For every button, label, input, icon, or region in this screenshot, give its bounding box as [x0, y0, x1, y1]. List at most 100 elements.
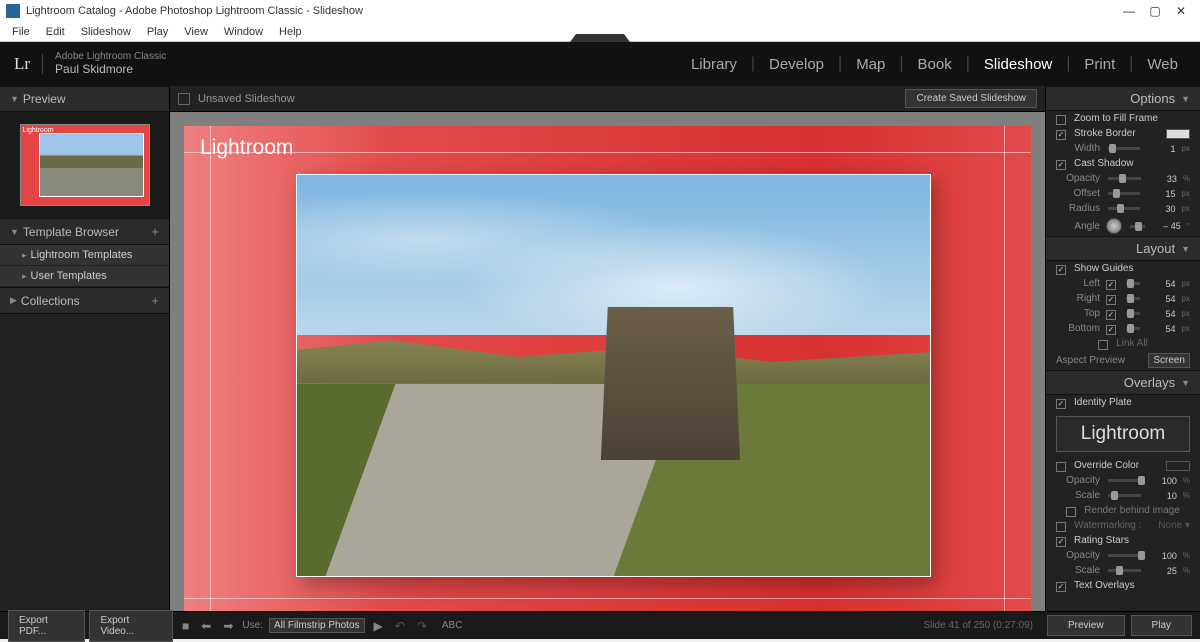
shadow-offset-slider[interactable]	[1108, 192, 1140, 195]
id-opacity-slider[interactable]	[1108, 479, 1141, 482]
panel-overlays-header[interactable]: Overlays▼	[1046, 370, 1200, 395]
play-button[interactable]: Play	[1131, 615, 1192, 636]
module-web[interactable]: Web	[1139, 56, 1186, 73]
menu-help[interactable]: Help	[271, 24, 310, 40]
slideshow-checkbox[interactable]	[178, 93, 190, 105]
next-icon[interactable]: ➡	[220, 619, 236, 633]
panel-collections-header[interactable]: ▶ Collections +	[0, 287, 169, 314]
rs-scale-slider[interactable]	[1108, 569, 1141, 572]
add-template-icon[interactable]: +	[151, 224, 159, 239]
menu-edit[interactable]: Edit	[38, 24, 73, 40]
angle-wheel[interactable]	[1106, 218, 1122, 234]
disclosure-icon: ▶	[10, 295, 17, 306]
abc-button[interactable]: ABC	[436, 620, 469, 631]
menu-window[interactable]: Window	[216, 24, 271, 40]
opt-render-behind[interactable]: Render behind image	[1046, 503, 1200, 518]
module-library[interactable]: Library	[683, 56, 745, 73]
tree-user-templates[interactable]: User Templates	[0, 266, 169, 287]
play-icon[interactable]: ▶	[371, 619, 386, 633]
panel-preview-label: Preview	[23, 92, 66, 106]
margin-right-slider[interactable]	[1126, 297, 1140, 300]
opt-stroke-border[interactable]: Stroke Border	[1046, 126, 1200, 141]
slide-frame: Lightroom	[184, 126, 1031, 625]
guide-right[interactable]	[1004, 126, 1005, 625]
id-scale-slider[interactable]	[1108, 494, 1141, 497]
panel-options-header[interactable]: Options▼	[1046, 86, 1200, 111]
opt-override-color[interactable]: Override Color	[1046, 458, 1200, 473]
use-select[interactable]: All Filmstrip Photos	[269, 618, 365, 633]
identity-plate[interactable]: Adobe Lightroom Classic Paul Skidmore	[55, 51, 166, 76]
guide-right-link[interactable]	[1106, 295, 1116, 305]
opt-watermarking[interactable]: Watermarking :None ▾	[1046, 518, 1200, 533]
window-maximize[interactable]: ▢	[1142, 4, 1168, 18]
window-title: Lightroom Catalog - Adobe Photoshop Ligh…	[26, 5, 363, 17]
panel-layout-header[interactable]: Layout▼	[1046, 236, 1200, 261]
bottom-toolbar: Export PDF... Export Video... ■ ⬅ ➡ Use:…	[0, 611, 1200, 639]
opt-cast-shadow[interactable]: Cast Shadow	[1046, 156, 1200, 171]
margin-bottom-slider[interactable]	[1126, 327, 1140, 330]
preview-photo	[39, 133, 144, 197]
module-book[interactable]: Book	[910, 56, 960, 73]
create-saved-button[interactable]: Create Saved Slideshow	[905, 89, 1037, 108]
panel-preview-header[interactable]: ▼ Preview	[0, 86, 169, 112]
stroke-color-swatch[interactable]	[1166, 129, 1190, 139]
shadow-angle-slider[interactable]	[1130, 225, 1145, 228]
rs-opacity-slider[interactable]	[1108, 554, 1141, 557]
menu-file[interactable]: File	[4, 24, 38, 40]
shadow-radius-slider[interactable]	[1108, 207, 1140, 210]
disclosure-icon: ▼	[10, 94, 19, 104]
top-panel-toggle[interactable]	[570, 34, 630, 42]
stop-icon[interactable]: ■	[179, 619, 192, 633]
opt-show-guides[interactable]: Show Guides	[1046, 261, 1200, 276]
margin-top-slider[interactable]	[1126, 312, 1140, 315]
module-print[interactable]: Print	[1076, 56, 1123, 73]
panel-template-label: Template Browser	[23, 225, 119, 239]
center-panel: Unsaved Slideshow Create Saved Slideshow…	[170, 42, 1045, 639]
slide-photo[interactable]	[296, 174, 931, 577]
module-develop[interactable]: Develop	[761, 56, 832, 73]
preview-thumbnail[interactable]: Lightroom	[20, 124, 150, 206]
right-panel: Options▼ Zoom to Fill Frame Stroke Borde…	[1045, 42, 1200, 639]
guide-bottom-link[interactable]	[1106, 325, 1116, 335]
shadow-opacity-slider[interactable]	[1108, 177, 1141, 180]
slide-identity-text[interactable]: Lightroom	[200, 136, 293, 160]
panel-template-header[interactable]: ▼ Template Browser +	[0, 218, 169, 245]
module-slideshow[interactable]: Slideshow	[976, 56, 1060, 73]
window-close[interactable]: ✕	[1168, 4, 1194, 18]
identity-plate-preview[interactable]: Lightroom	[1056, 416, 1190, 452]
opt-text-overlays[interactable]: Text Overlays	[1046, 578, 1200, 593]
slide-canvas[interactable]: Lightroom	[170, 112, 1045, 639]
opt-zoom-to-fill[interactable]: Zoom to Fill Frame	[1046, 111, 1200, 126]
prev-icon[interactable]: ⬅	[198, 619, 214, 633]
use-label: Use:	[242, 620, 263, 631]
rotate-cw-icon[interactable]: ↷	[414, 619, 430, 633]
app-logo: Lr	[14, 54, 43, 74]
link-all-checkbox[interactable]	[1098, 340, 1108, 350]
guide-bottom[interactable]	[184, 598, 1031, 599]
menu-view[interactable]: View	[176, 24, 216, 40]
preview-area: Lightroom	[0, 112, 169, 218]
guide-top-link[interactable]	[1106, 310, 1116, 320]
menu-slideshow[interactable]: Slideshow	[73, 24, 139, 40]
opt-rating-stars[interactable]: Rating Stars	[1046, 533, 1200, 548]
os-titlebar: Lightroom Catalog - Adobe Photoshop Ligh…	[0, 0, 1200, 22]
window-minimize[interactable]: —	[1116, 4, 1142, 18]
preview-button[interactable]: Preview	[1047, 615, 1125, 636]
guide-left[interactable]	[210, 126, 211, 625]
rotate-ccw-icon[interactable]: ↶	[392, 619, 408, 633]
module-map[interactable]: Map	[848, 56, 893, 73]
stroke-width-row: Width1px	[1046, 141, 1200, 156]
menu-play[interactable]: Play	[139, 24, 176, 40]
opt-identity-plate[interactable]: Identity Plate	[1046, 395, 1200, 410]
override-color-swatch[interactable]	[1166, 461, 1190, 471]
tree-lightroom-templates[interactable]: Lightroom Templates	[0, 245, 169, 266]
add-collection-icon[interactable]: +	[151, 293, 159, 308]
margin-left-slider[interactable]	[1126, 282, 1140, 285]
guide-top[interactable]	[184, 152, 1031, 153]
stroke-width-slider[interactable]	[1108, 147, 1140, 150]
slide-counter: Slide 41 of 250 (0:27:09)	[923, 620, 1033, 631]
aspect-preview-select[interactable]: Screen	[1148, 353, 1190, 368]
export-video-button[interactable]: Export Video...	[89, 610, 173, 642]
guide-left-link[interactable]	[1106, 280, 1116, 290]
export-pdf-button[interactable]: Export PDF...	[8, 610, 85, 642]
